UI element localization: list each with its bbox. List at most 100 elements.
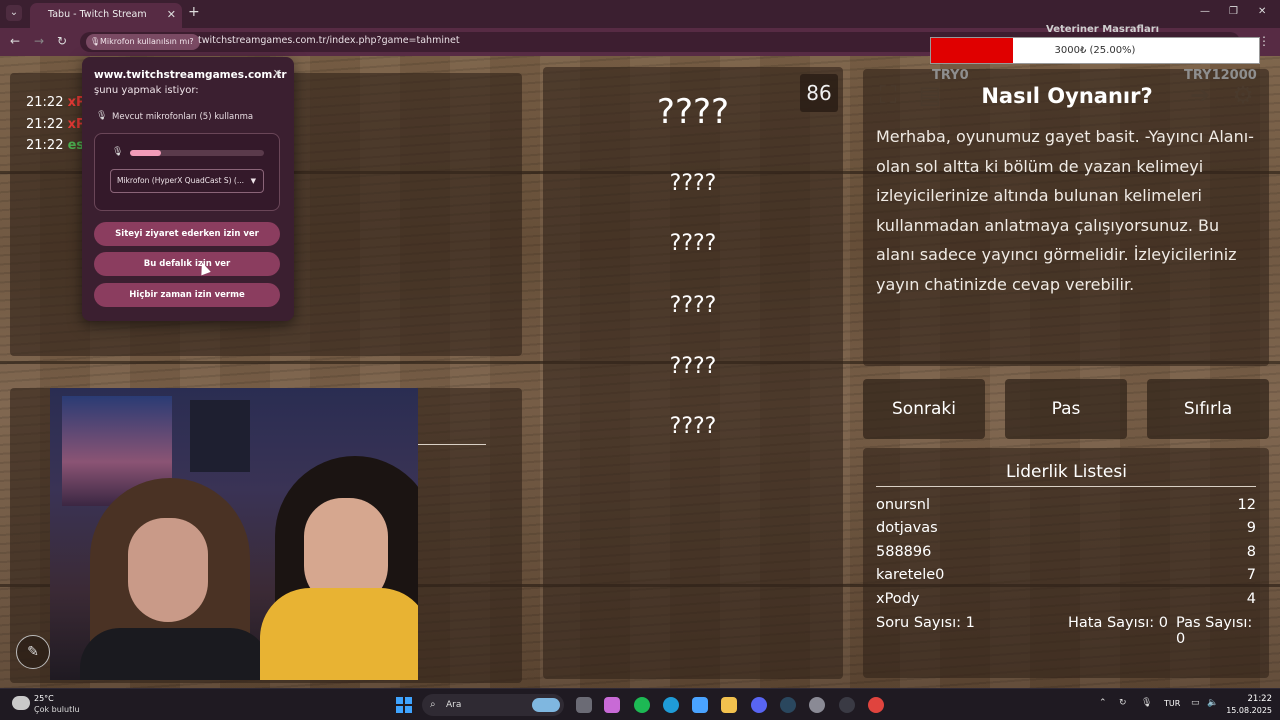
chrome-icon[interactable] (868, 697, 884, 713)
back-arrow-icon[interactable]: ← (10, 34, 20, 48)
mic-level-meter (130, 150, 264, 156)
clock-date[interactable]: 15.08.2025 (1222, 706, 1272, 715)
mic-icon: 🎙 (90, 37, 101, 46)
mic-chip-label: Mikrofon kullanılsın mı? (100, 37, 194, 46)
never-allow-button[interactable]: Hiçbir zaman izin verme (94, 283, 280, 307)
leaderboard-name: dotjavas (876, 520, 938, 536)
streamer-divider (418, 444, 486, 445)
donation-title: Veteriner Masrafları (1046, 24, 1160, 35)
discord-icon[interactable] (751, 697, 767, 713)
windows-taskbar: 25°C Çok bulutlu ⌕ Ara ⌃ ↻ 🎙 TUR ▭ 🔈 21:… (0, 688, 1280, 720)
search-highlight-icon (532, 698, 560, 712)
person-right-body (260, 588, 418, 680)
network-icon[interactable]: ▭ (1191, 698, 1200, 708)
next-button[interactable]: Sonraki (863, 379, 985, 439)
tab-close-icon[interactable]: ✕ (167, 3, 176, 27)
dropdown-caret-icon: ▼ (250, 177, 256, 185)
leaderboard-score: 7 (1246, 567, 1256, 583)
weather-temp: 25°C (34, 694, 54, 703)
fullscreen-icon[interactable]: ⛶ (873, 80, 903, 110)
mic-device-value: Mikrofon (HyperX QuadCast S) (... (117, 176, 244, 185)
leaderboard-name: karetele0 (876, 567, 945, 583)
howto-text: Merhaba, oyunumuz gayet basit. -Yayıncı … (876, 127, 1254, 294)
settings-app-icon[interactable] (809, 697, 825, 713)
weather-desc: Çok bulutlu (34, 705, 80, 714)
edge-icon[interactable] (663, 697, 679, 713)
chat-time: 21:22 (26, 117, 64, 132)
chat-time: 21:22 (26, 138, 64, 153)
taboo-word: ???? (669, 354, 717, 379)
leaderboard-score: 8 (1246, 544, 1256, 560)
steam-icon[interactable] (780, 697, 796, 713)
main-word: ???? (656, 92, 730, 132)
taboo-word: ???? (669, 293, 717, 318)
taboo-word: ???? (669, 171, 717, 196)
taskbar-search[interactable]: ⌕ Ara (422, 694, 564, 716)
pass-count: Pas Sayısı: 0 (1176, 615, 1253, 647)
tray-sync-icon[interactable]: ↻ (1119, 698, 1127, 708)
store-icon[interactable] (692, 697, 708, 713)
webcam-background-frame (190, 400, 250, 472)
wand-icon[interactable]: ✎ (16, 635, 50, 669)
tab-tabu[interactable]: Tabu - Twitch Stream Games ✕ (30, 3, 182, 44)
app-icon[interactable] (839, 697, 855, 713)
file-explorer-icon[interactable] (721, 697, 737, 713)
permission-ask: şunu yapmak istiyor: (94, 85, 199, 96)
leaderboard-row: dotjavas 9 (876, 520, 1256, 542)
leaderboard-name: onursnl (876, 497, 930, 513)
minimize-icon[interactable]: — (1200, 6, 1210, 17)
allow-while-visiting-button[interactable]: Siteyi ziyaret ederken izin ver (94, 222, 280, 246)
popup-close-icon[interactable]: ✕ (273, 67, 282, 80)
pass-button[interactable]: Pas (1005, 379, 1127, 439)
webcam-feed (50, 388, 418, 680)
howto-title: Nasıl Oynanır? (981, 84, 1153, 108)
mic-icon: 🎙 (96, 111, 108, 121)
permission-mic-text: Mevcut mikrofonları (5) kullanma (112, 112, 254, 122)
donation-progress-bar: 3000₺ (25.00%) (930, 37, 1260, 64)
leaderboard-row: karetele0 7 (876, 567, 1256, 589)
mic-level-icon: 🎙 (112, 147, 124, 157)
reset-button[interactable]: Sıfırla (1147, 379, 1269, 439)
keyboard-language[interactable]: TUR (1164, 699, 1180, 708)
tab-list-chevron-icon[interactable]: ⌄ (6, 5, 22, 21)
copilot-icon[interactable] (604, 697, 620, 713)
volume-icon[interactable]: 🔈 (1207, 698, 1218, 708)
leaderboard-score: 9 (1246, 520, 1256, 536)
permission-site: www.twitchstreamgames.com.tr (94, 69, 287, 81)
clock-time[interactable]: 21:22 (1232, 694, 1273, 704)
tray-chevron-icon[interactable]: ⌃ (1099, 698, 1107, 708)
reload-icon[interactable]: ↻ (57, 34, 67, 48)
leaderboard-score: 4 (1246, 591, 1256, 607)
taboo-word: ???? (669, 414, 717, 439)
search-icon: ⌕ (430, 699, 436, 710)
windows-start-icon[interactable] (396, 697, 412, 713)
leaderboard-divider (876, 486, 1256, 487)
allow-once-button[interactable]: Bu defalık izin ver (94, 252, 280, 276)
exit-icon[interactable]: ➔ (1185, 80, 1215, 110)
leaderboard-title: Liderlik Listesi (1006, 462, 1127, 482)
search-label: Ara (446, 700, 462, 710)
leaderboard-row: xPody 4 (876, 591, 1256, 613)
leaderboard-score: 12 (1237, 497, 1256, 513)
tray-mic-icon[interactable]: 🎙 (1141, 698, 1152, 708)
new-tab-plus-icon[interactable]: + (188, 4, 200, 20)
restore-icon[interactable]: ❐ (1229, 6, 1238, 17)
donation-progress-text: 3000₺ (25.00%) (1054, 45, 1136, 56)
settings-gear-icon[interactable]: ⚙ (1228, 80, 1258, 110)
leaderboard-row: 588896 8 (876, 544, 1256, 566)
mic-device-select[interactable]: Mikrofon (HyperX QuadCast S) (... ▼ (110, 169, 264, 193)
mic-permission-chip[interactable]: 🎙 Mikrofon kullanılsın mı? (86, 34, 200, 50)
task-view-icon[interactable] (576, 697, 592, 713)
question-count: Soru Sayısı: 1 (876, 615, 975, 631)
spotify-icon[interactable] (634, 697, 650, 713)
error-count: Hata Sayısı: 0 (1068, 615, 1168, 631)
weather-cloud-icon[interactable] (12, 696, 30, 710)
forward-arrow-icon[interactable]: → (34, 34, 44, 48)
url-text: twitchstreamgames.com.tr/index.php?game=… (198, 35, 460, 46)
window-close-icon[interactable]: ✕ (1258, 6, 1266, 17)
person-left-body (80, 628, 270, 680)
mic-level-fill (130, 150, 161, 156)
chat-time: 21:22 (26, 95, 64, 110)
taboo-word: ???? (669, 231, 717, 256)
notes-icon[interactable]: ▤ (915, 80, 945, 110)
